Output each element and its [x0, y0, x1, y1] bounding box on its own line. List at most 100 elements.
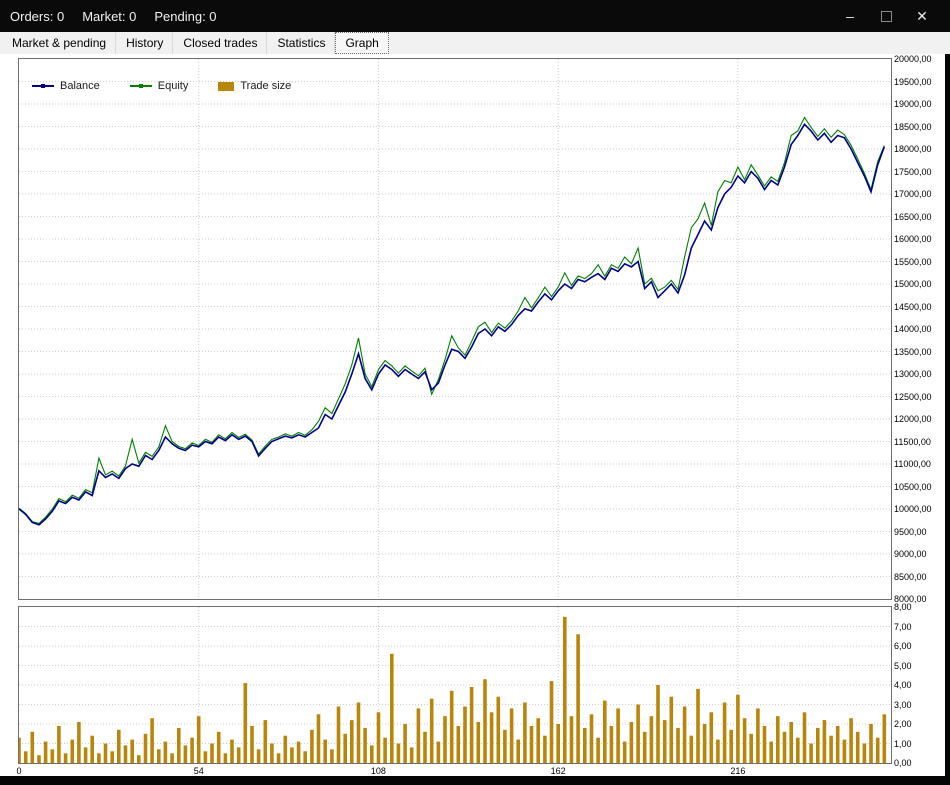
trade-size-bar — [849, 718, 853, 763]
trade-size-bar — [569, 716, 574, 763]
trade-size-bar — [789, 722, 793, 763]
y-axis-label: 9000,00 — [894, 549, 927, 559]
trade-size-bar — [636, 704, 640, 763]
trade-size-bar — [862, 743, 867, 763]
y-axis-label: 4,00 — [894, 680, 912, 690]
trade-size-bar — [310, 729, 314, 763]
balance-line — [18, 123, 886, 526]
trade-size-bar — [190, 737, 194, 763]
trade-size-bar — [463, 706, 467, 763]
y-axis-label: 14500,00 — [894, 301, 932, 312]
minimize-button[interactable]: – — [832, 8, 868, 24]
trade-size-bar — [330, 749, 334, 763]
maximize-button[interactable] — [868, 10, 904, 22]
tab-history[interactable]: History — [116, 32, 174, 54]
trade-size-bar — [835, 726, 840, 763]
trade-size-bar — [489, 712, 494, 763]
trade-size-bar — [709, 712, 714, 763]
y-axis-label: 11000,00 — [894, 459, 931, 469]
tab-closed-trades[interactable]: Closed trades — [173, 32, 268, 54]
y-axis-label: 20000,00 — [894, 54, 932, 64]
trade-size-bar — [762, 726, 767, 763]
trade-size-bar — [443, 716, 447, 763]
trade-size-bar — [796, 737, 800, 763]
trade-size-bar — [523, 702, 527, 763]
trade-size-bar — [183, 745, 188, 763]
x-axis-label: 54 — [193, 766, 204, 776]
equity-line — [18, 116, 885, 525]
y-axis-label: 14000,00 — [894, 324, 932, 334]
trade-size-bar — [536, 718, 540, 763]
trade-size-bar — [716, 739, 720, 763]
trade-size-bar — [157, 749, 161, 763]
trade-size-bar — [90, 735, 94, 763]
trade-size-bar — [163, 741, 168, 763]
y-axis-label: 15000,00 — [894, 279, 932, 289]
trade-size-bar — [343, 733, 347, 764]
legend-item-balance: Balance — [32, 80, 100, 92]
trade-size-bar — [236, 747, 241, 763]
trade-size-bar — [456, 726, 461, 763]
y-axis-label: 2,00 — [894, 719, 912, 729]
trade-size-bar — [110, 751, 114, 763]
trade-size-bar — [403, 724, 407, 763]
trade-size-bar — [316, 714, 321, 764]
pending-count: Pending: 0 — [154, 8, 217, 24]
trade-size-bar — [855, 731, 860, 763]
trade-size-bar — [50, 749, 55, 763]
trade-size-bar — [196, 716, 201, 763]
trade-size-bar — [270, 743, 274, 763]
trade-size-bar — [370, 745, 374, 763]
tab-market-pending[interactable]: Market & pending — [2, 32, 117, 54]
trade-size-bar — [642, 731, 647, 763]
x-axis: 0 54 108 162 216 — [0, 766, 945, 780]
chart-legend: Balance Equity Trade size — [32, 80, 291, 92]
close-button[interactable]: ✕ — [904, 8, 940, 25]
trade-size-bar — [616, 708, 620, 763]
trade-size-bar — [256, 749, 261, 763]
y-axis-label: 16500,00 — [894, 211, 932, 222]
y-axis-label: 15500,00 — [894, 256, 932, 267]
y-axis-label: 19000,00 — [894, 99, 932, 109]
x-axis-label: 216 — [730, 766, 746, 776]
y-axis-label: 7,00 — [894, 621, 912, 632]
trade-size-bar — [423, 731, 427, 763]
y-axis-label: 19500,00 — [894, 76, 932, 87]
trade-size-bar — [802, 712, 807, 763]
maximize-icon — [880, 10, 892, 22]
trade-size-bar — [583, 727, 587, 763]
y-axis-label: 11500,00 — [894, 436, 931, 447]
y-axis-label: 12000,00 — [894, 414, 932, 424]
trade-size-bar — [603, 700, 607, 763]
trade-size-bar — [230, 739, 234, 763]
y-axis-label: 13000,00 — [894, 369, 932, 379]
trade-size-bar — [776, 716, 780, 763]
balance-line-marker — [32, 84, 54, 88]
trade-size-bar — [609, 726, 614, 763]
trade-size-bar — [83, 747, 88, 763]
trade-size-bar — [576, 634, 580, 763]
trade-size-bar — [782, 731, 787, 763]
y-axis-label: 12500,00 — [894, 391, 932, 402]
legend-label-equity: Equity — [157, 80, 189, 92]
trade-size-bar — [117, 729, 121, 763]
trade-size-bar — [223, 753, 228, 764]
trade-size-bar — [656, 685, 660, 763]
trade-size-bar — [363, 727, 367, 763]
legend-label-trade-size: Trade size — [240, 80, 292, 92]
market-count: Market: 0 — [82, 8, 137, 24]
tab-graph[interactable]: Graph — [335, 32, 389, 54]
x-axis-label: 0 — [16, 766, 22, 776]
trade-size-bar — [276, 753, 281, 764]
trade-size-bar — [290, 747, 294, 763]
trade-size-bar — [43, 741, 48, 763]
legend-label-balance: Balance — [60, 80, 100, 92]
trade-size-bar — [409, 747, 414, 763]
orders-count: Orders: 0 — [10, 8, 65, 24]
trade-size-bar — [516, 739, 520, 763]
tab-statistics[interactable]: Statistics — [267, 32, 336, 54]
trade-size-bar — [283, 735, 288, 763]
y-axis-label: 9500,00 — [894, 526, 927, 537]
x-axis-label: 108 — [370, 766, 386, 776]
y-axis-label: 1,00 — [894, 738, 912, 749]
